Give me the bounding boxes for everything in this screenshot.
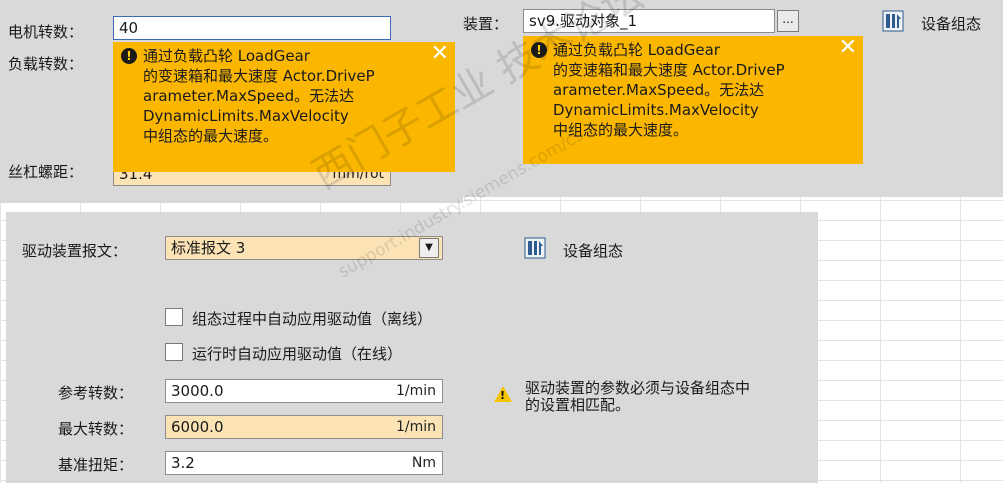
max-speed-value: 6000.0 (171, 418, 224, 436)
warning-text-line: 的设置相匹配。 (525, 396, 631, 414)
motor-speed-input[interactable]: 40 (113, 16, 391, 40)
warning-tooltip-left: ! ✕ 通过负载凸轮 LoadGear 的变速箱和最大速度 Actor.Driv… (113, 42, 455, 172)
tooltip-line: 通过负载凸轮 LoadGear (143, 47, 310, 65)
max-speed-input[interactable]: 6000.0 1/min (165, 415, 443, 439)
device-config-warning: 驱动装置的参数必须与设备组态中 的设置相匹配。 (525, 380, 750, 414)
torque-input[interactable]: 3.2 Nm (165, 451, 443, 475)
tooltip-line: 的变速箱和最大速度 Actor.DriveP (143, 67, 375, 85)
torque-unit: Nm (411, 455, 436, 471)
device-input[interactable]: sv9.驱动对象_1 (523, 9, 775, 33)
warning-icon: ! (531, 42, 547, 58)
auto-apply-offline-label: 组态过程中自动应用驱动值（离线） (192, 310, 433, 328)
device-config-label[interactable]: 设备组态 (563, 240, 623, 261)
warning-text-line: 驱动装置的参数必须与设备组态中 (525, 379, 751, 397)
browse-label: ... (782, 12, 794, 26)
tooltip-line: arameter.MaxSpeed。无法达 (143, 87, 355, 105)
tooltip-line: 中组态的最大速度。 (553, 121, 689, 139)
auto-apply-offline-checkbox[interactable] (165, 308, 183, 326)
load-speed-label: 负载转数： (8, 55, 84, 73)
chevron-down-icon[interactable]: ▼ (419, 238, 439, 258)
max-speed-label: 最大转数： (58, 420, 134, 438)
device-label: 装置： (463, 15, 509, 33)
telegram-select[interactable]: 标准报文 3 (165, 236, 443, 260)
browse-button[interactable]: ... (777, 10, 799, 32)
torque-value: 3.2 (171, 454, 195, 472)
device-panel: 装置： sv9.驱动对象_1 ... 设备组态 ! ✕ 通过负载凸轮 LoadG… (463, 0, 1003, 197)
max-speed-unit: 1/min (395, 419, 436, 435)
tooltip-line: arameter.MaxSpeed。无法达 (553, 81, 765, 99)
close-icon[interactable]: ✕ (431, 42, 449, 66)
warning-icon: ! (121, 48, 137, 64)
tooltip-line: 通过负载凸轮 LoadGear (553, 41, 720, 59)
screw-pitch-label: 丝杠螺距： (8, 163, 84, 181)
ref-speed-label: 参考转数： (58, 384, 134, 402)
drive-settings-panel: 驱动装置报文： 标准报文 3 ▼ 设备组态 组态过程中自动应用驱动值（离线） 运… (6, 212, 818, 483)
auto-apply-online-label: 运行时自动应用驱动值（在线） (192, 345, 403, 363)
ref-speed-input[interactable]: 3000.0 1/min (165, 379, 443, 403)
warning-tooltip-right: ! ✕ 通过负载凸轮 LoadGear 的变速箱和最大速度 Actor.Driv… (523, 36, 863, 164)
motor-speed-value: 40 (119, 19, 139, 37)
device-value: sv9.驱动对象_1 (529, 12, 638, 30)
warning-triangle-icon: ! (494, 386, 512, 402)
torque-label: 基准扭矩： (58, 456, 134, 474)
close-icon[interactable]: ✕ (839, 36, 857, 60)
tooltip-line: 的变速箱和最大速度 Actor.DriveP (553, 61, 785, 79)
telegram-value: 标准报文 3 (171, 239, 246, 257)
tooltip-line: DynamicLimits.MaxVelocity (553, 101, 759, 119)
tooltip-line: DynamicLimits.MaxVelocity (143, 107, 349, 125)
auto-apply-online-checkbox[interactable] (165, 343, 183, 361)
ref-speed-unit: 1/min (395, 383, 436, 399)
device-config-icon[interactable] (524, 237, 546, 259)
ref-speed-value: 3000.0 (171, 382, 224, 400)
telegram-label: 驱动装置报文： (22, 242, 128, 260)
motor-speed-label: 电机转数： (8, 23, 84, 41)
device-config-icon[interactable] (882, 10, 904, 32)
tooltip-line: 中组态的最大速度。 (143, 127, 279, 145)
left-settings-panel: 电机转数： 40 负载转数： 丝杠螺距： 31.4 mm/rot ! ✕ 通过负… (0, 0, 463, 203)
device-config-label[interactable]: 设备组态 (921, 13, 981, 34)
